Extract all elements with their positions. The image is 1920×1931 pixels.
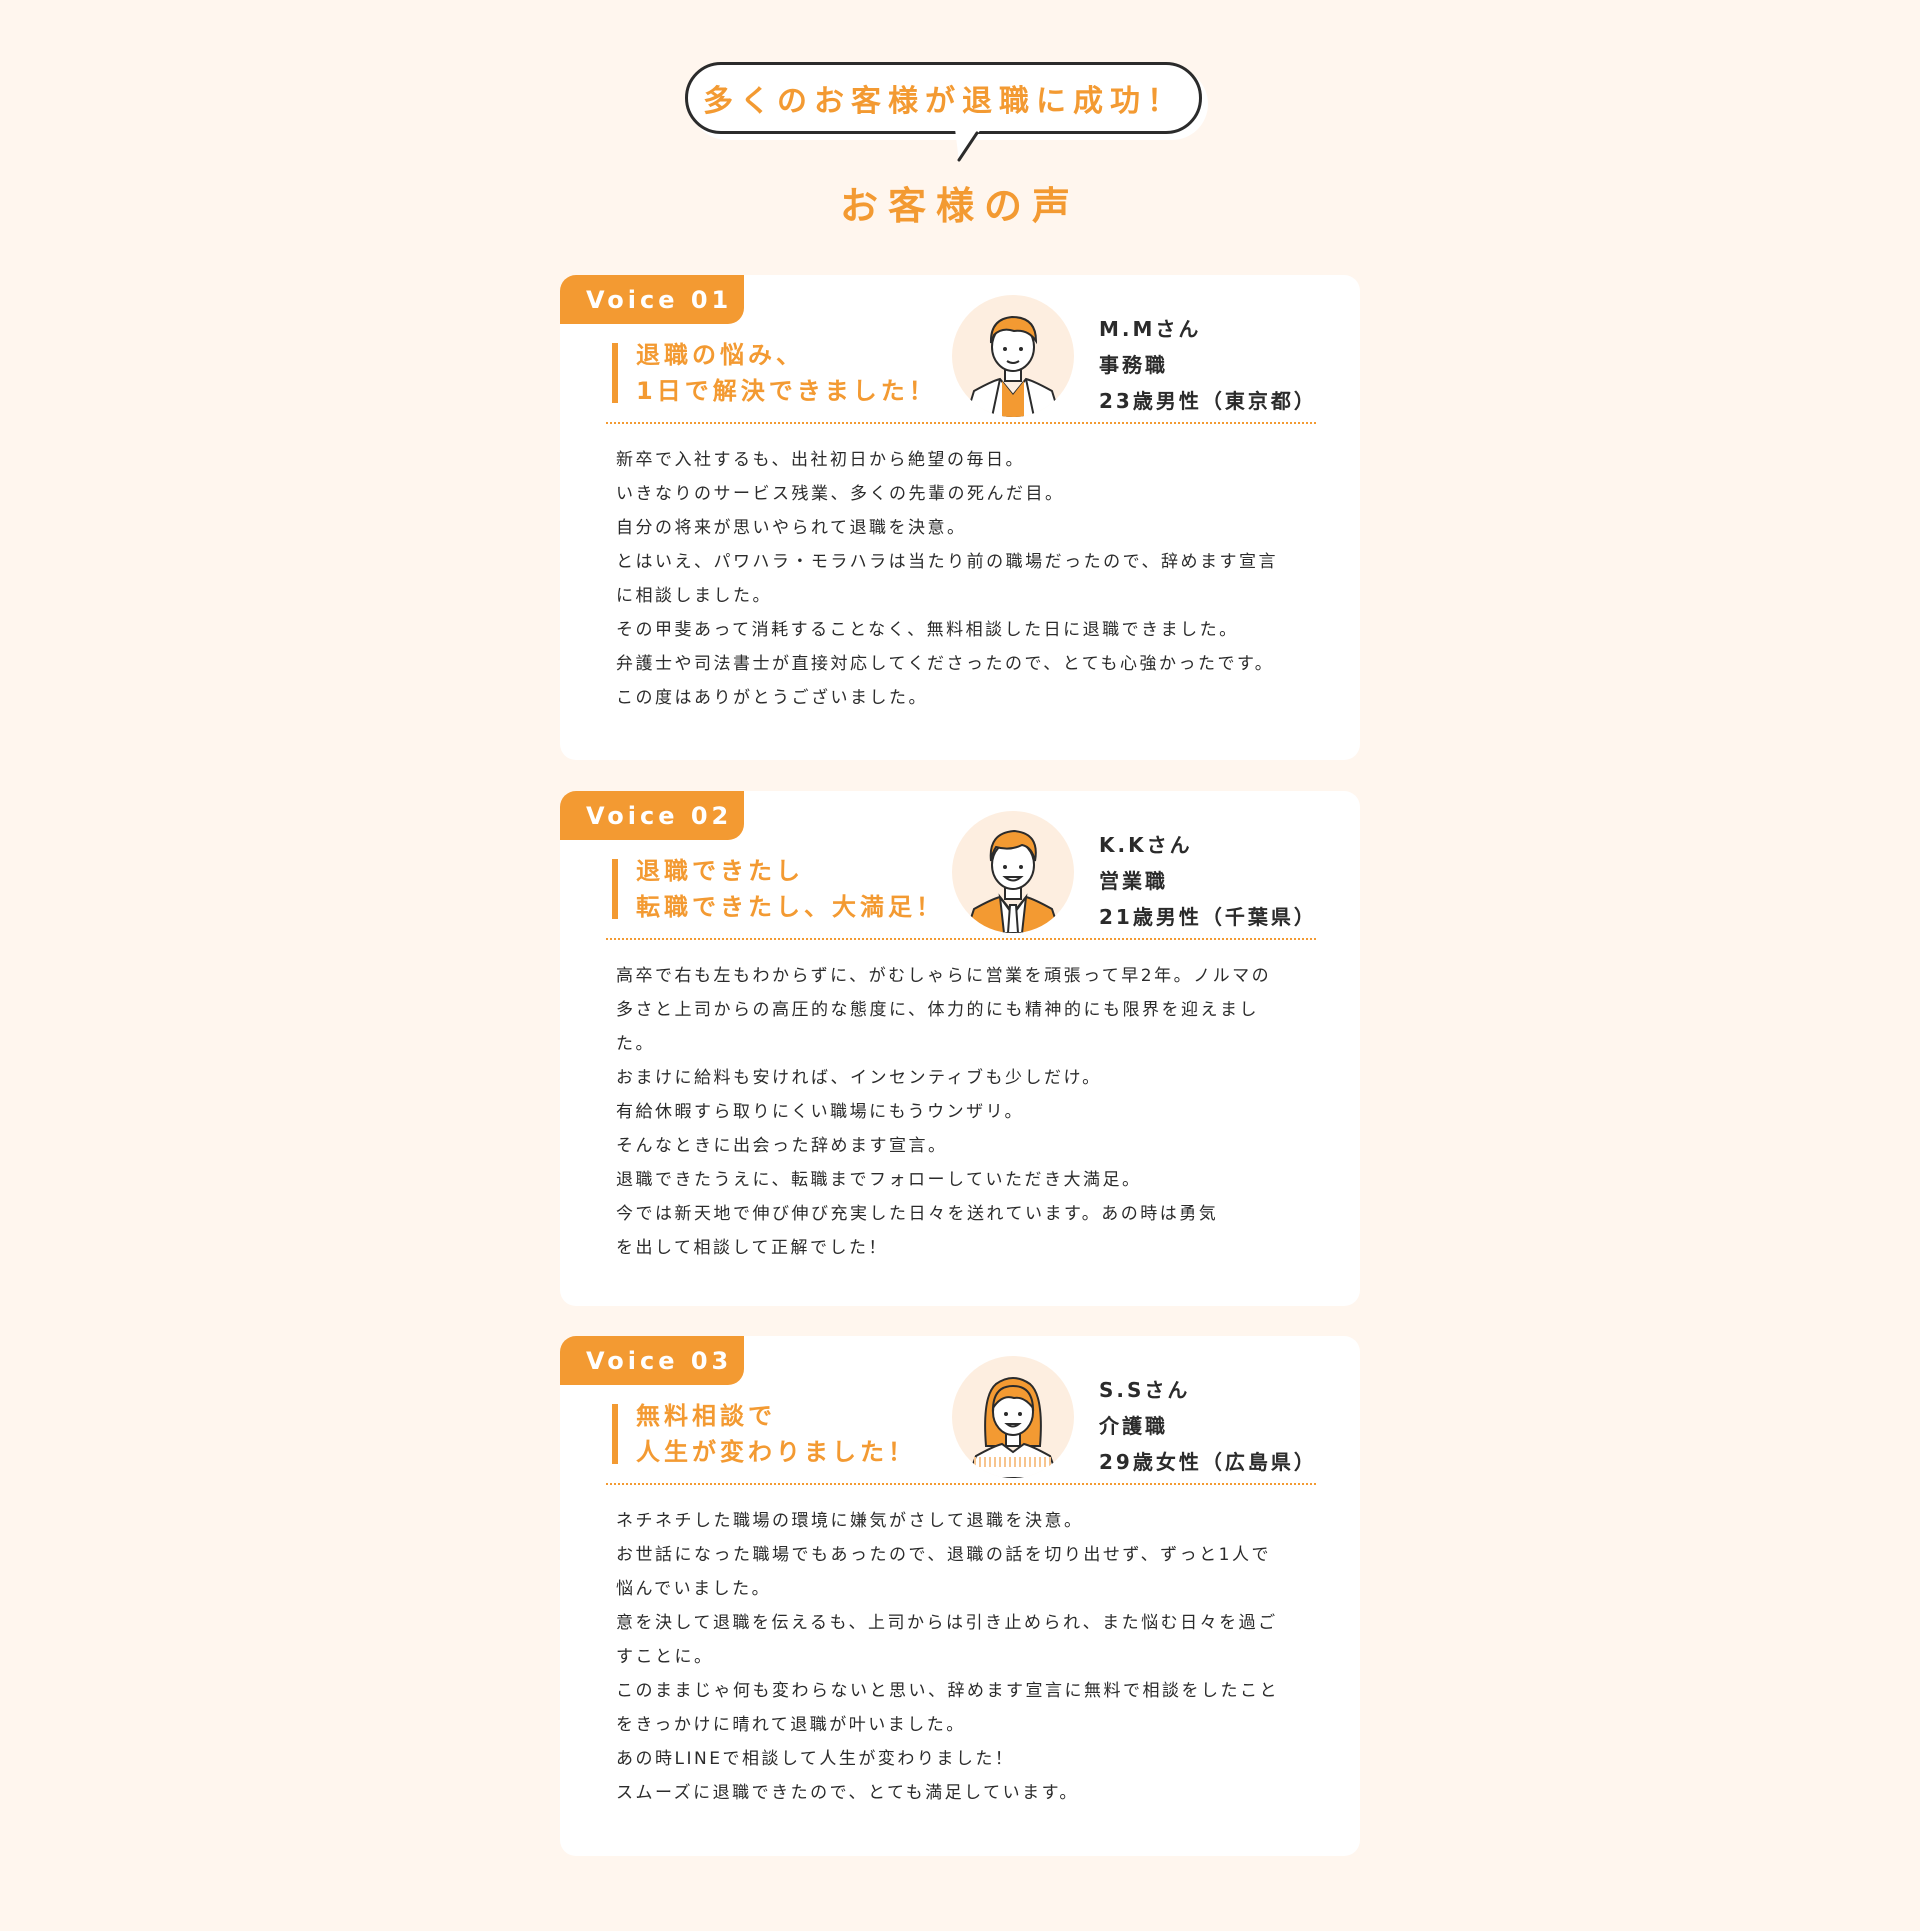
customer-name: M.Mさん <box>1099 317 1202 341</box>
voice-section: 多くのお客様が退職に成功！ お客様の声 Voice 01 退職の悩み、 1日で解… <box>0 0 1920 1931</box>
section-title: お客様の声 <box>839 184 1080 228</box>
catchphrase-line: 転職できたし、大満足！ <box>636 893 944 921</box>
dotted-divider <box>606 1483 1316 1485</box>
testimonial-line: すことに。 <box>616 1647 714 1667</box>
customer-name: K.Kさん <box>1099 833 1193 857</box>
voice-tag: Voice 01 <box>560 275 744 324</box>
voice-card: Voice 01 退職の悩み、 1日で解決できました！ M.Mさん 事務職 23… <box>560 275 1360 760</box>
voice-card: Voice 02 退職できたし 転職できたし、大満足！ K.Kさん 営業職 21… <box>560 791 1360 1306</box>
speech-bubble-tail-icon <box>955 129 981 162</box>
testimonial-line: 弁護士や司法書士が直接対応してくださったので、とても心強かったです。 <box>616 654 1275 674</box>
customer-job: 営業職 <box>1099 869 1168 893</box>
testimonial-text: 高卒で右も左もわからずに、がむしゃらに営業を頑張って早2年。ノルマの 多さと上司… <box>616 959 1331 1265</box>
customer-age: 29歳女性（広島県） <box>1099 1450 1317 1474</box>
testimonial-line: その甲斐あって消耗することなく、無料相談した日に退職できました。 <box>616 620 1239 640</box>
testimonial-line: 悩んでいました。 <box>616 1579 772 1599</box>
testimonial-line: 新卒で入社するも、出社初日から絶望の毎日。 <box>616 450 1025 470</box>
customer-age: 23歳男性（東京都） <box>1099 389 1317 413</box>
testimonial-line: 今では新天地で伸び伸び充実した日々を送れています。あの時は勇気 <box>616 1204 1219 1224</box>
testimonial-line: 退職できたうえに、転職までフォローしていただき大満足。 <box>616 1170 1142 1190</box>
testimonial-line: た。 <box>616 1034 655 1054</box>
testimonial-line: そんなときに出会った辞めます宣言。 <box>616 1136 948 1156</box>
testimonial-line: あの時LINEで相談して人生が変わりました！ <box>616 1749 1015 1769</box>
voice-tag: Voice 03 <box>560 1336 744 1385</box>
speech-bubble-body: 多くのお客様が退職に成功！ <box>685 62 1202 134</box>
customer-profile: K.Kさん 営業職 21歳男性（千葉県） <box>1099 827 1317 935</box>
catchphrase-line: 無料相談で <box>636 1402 776 1430</box>
voice-catchphrase: 無料相談で 人生が変わりました！ <box>612 1402 916 1466</box>
testimonial-line: 自分の将来が思いやられて退職を決意。 <box>616 518 967 538</box>
testimonial-text: 新卒で入社するも、出社初日から絶望の毎日。 いきなりのサービス残業、多くの先輩の… <box>616 443 1331 715</box>
testimonial-line: 有給休暇すら取りにくい職場にもうウンザリ。 <box>616 1102 1024 1122</box>
customer-name: S.Sさん <box>1099 1378 1191 1402</box>
man-tie-avatar-icon <box>952 811 1074 933</box>
speech-bubble: 多くのお客様が退職に成功！ <box>685 62 1208 162</box>
testimonial-line: 高卒で右も左もわからずに、がむしゃらに営業を頑張って早2年。ノルマの <box>616 966 1272 986</box>
customer-job: 介護職 <box>1099 1414 1168 1438</box>
customer-age: 21歳男性（千葉県） <box>1099 905 1317 929</box>
customer-profile: M.Mさん 事務職 23歳男性（東京都） <box>1099 311 1317 419</box>
speech-bubble-text: 多くのお客様が退職に成功！ <box>703 84 1184 119</box>
voice-catchphrase: 退職できたし 転職できたし、大満足！ <box>612 857 944 921</box>
testimonial-line: をきっかけに晴れて退職が叶いました。 <box>616 1715 966 1735</box>
testimonial-line: おまけに給料も安ければ、インセンティブも少しだけ。 <box>616 1068 1102 1088</box>
dotted-divider <box>606 938 1316 940</box>
testimonial-line: このままじゃ何も変わらないと思い、辞めます宣言に無料で相談をしたこと <box>616 1681 1279 1701</box>
customer-profile: S.Sさん 介護職 29歳女性（広島県） <box>1099 1372 1317 1480</box>
testimonial-line: を出して相談して正解でした！ <box>616 1238 888 1258</box>
man-suit-avatar-icon <box>952 295 1074 417</box>
customer-job: 事務職 <box>1099 353 1168 377</box>
catchphrase-line: 退職の悩み、 <box>636 341 804 369</box>
catchphrase-line: 1日で解決できました！ <box>636 377 937 405</box>
voice-catchphrase: 退職の悩み、 1日で解決できました！ <box>612 341 937 405</box>
dotted-divider <box>606 422 1316 424</box>
testimonial-line: とはいえ、パワハラ・モラハラは当たり前の職場だったので、辞めます宣言 <box>616 552 1278 572</box>
woman-avatar-icon <box>952 1356 1074 1478</box>
testimonial-line: ネチネチした職場の環境に嫌気がさして退職を決意。 <box>616 1511 1084 1531</box>
testimonial-line: スムーズに退職できたので、とても満足しています。 <box>616 1783 1079 1803</box>
catchphrase-line: 退職できたし <box>636 857 804 885</box>
testimonial-line: に相談しました。 <box>616 586 772 606</box>
catchphrase-line: 人生が変わりました！ <box>636 1438 916 1466</box>
testimonial-line: 意を決して退職を伝えるも、上司からは引き止められ、また悩む日々を過ご <box>616 1613 1278 1633</box>
testimonial-text: ネチネチした職場の環境に嫌気がさして退職を決意。 お世話になった職場でもあったの… <box>616 1504 1331 1810</box>
testimonial-line: いきなりのサービス残業、多くの先輩の死んだ目。 <box>616 484 1065 504</box>
testimonial-line: この度はありがとうございました。 <box>616 688 928 708</box>
voice-tag: Voice 02 <box>560 791 744 840</box>
testimonial-line: お世話になった職場でもあったので、退職の話を切り出せず、ずっと1人で <box>616 1545 1271 1565</box>
voice-card: Voice 03 無料相談で 人生が変わりました！ S.Sさん 介護職 29歳女… <box>560 1336 1360 1856</box>
testimonial-line: 多さと上司からの高圧的な態度に、体力的にも精神的にも限界を迎えまし <box>616 1000 1259 1020</box>
